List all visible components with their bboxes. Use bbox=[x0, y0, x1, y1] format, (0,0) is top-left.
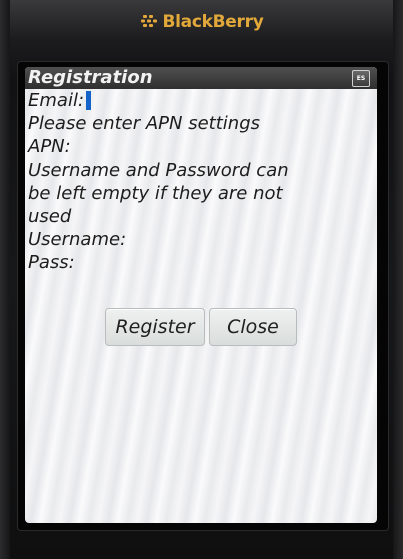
text-caret bbox=[86, 91, 92, 111]
close-button[interactable]: Close bbox=[209, 308, 297, 346]
dialog-title: Registration bbox=[28, 67, 153, 88]
password-field[interactable]: Pass: bbox=[28, 251, 374, 274]
username-label: Username: bbox=[28, 229, 127, 251]
blackberry-logo-icon bbox=[140, 15, 157, 27]
device-edge-left bbox=[0, 0, 10, 559]
input-language-badge[interactable]: ES bbox=[352, 70, 370, 87]
username-field[interactable]: Username: bbox=[28, 228, 374, 251]
registration-form: Email: Please enter APN settings APN: Us… bbox=[28, 89, 374, 275]
credentials-note-line: Username and Password can bbox=[28, 159, 289, 181]
apn-field[interactable]: APN: bbox=[28, 135, 374, 158]
dialog-button-row: Register Close bbox=[25, 308, 377, 346]
device-brand: BlackBerry bbox=[0, 12, 403, 32]
email-label: Email: bbox=[28, 90, 85, 111]
credentials-note-line: be left empty if they are not bbox=[28, 182, 283, 204]
register-button[interactable]: Register bbox=[105, 308, 205, 346]
registration-dialog: Registration ES Email: Please enter APN … bbox=[25, 67, 377, 523]
brand-wordmark: BlackBerry bbox=[162, 12, 264, 32]
device-edge-right bbox=[393, 0, 403, 559]
dialog-titlebar: Registration ES bbox=[25, 67, 377, 89]
apn-label: APN: bbox=[28, 136, 71, 158]
device-frame: BlackBerry Registration ES Email: Please… bbox=[0, 0, 403, 559]
credentials-note-line: used bbox=[28, 206, 72, 228]
password-label: Pass: bbox=[28, 252, 75, 274]
apn-instruction-text: Please enter APN settings bbox=[28, 113, 261, 135]
email-field[interactable]: Email: bbox=[28, 89, 374, 112]
